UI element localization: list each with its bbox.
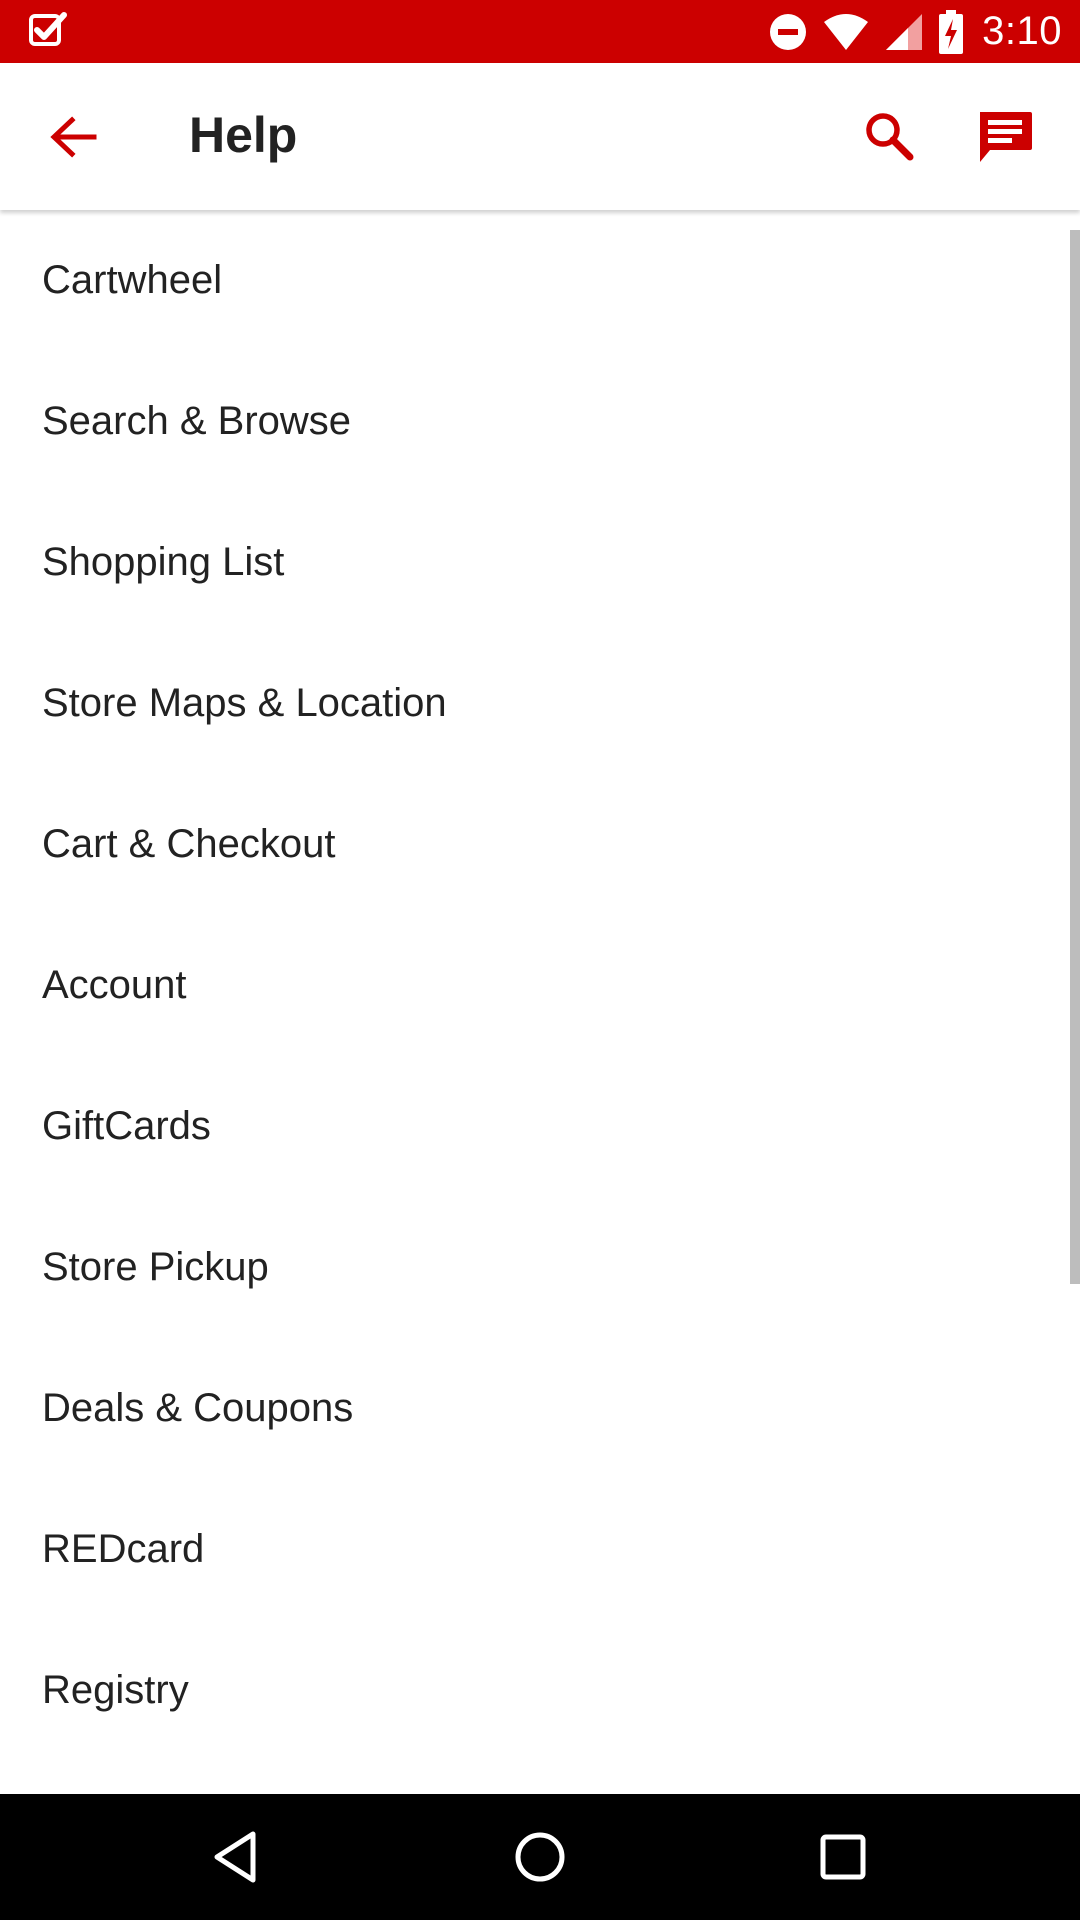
page-title: Help	[189, 107, 298, 163]
search-button[interactable]	[856, 103, 922, 169]
help-topic-item[interactable]: Registry	[0, 1620, 1080, 1761]
status-time: 3:10	[982, 9, 1062, 53]
nav-back-icon	[214, 1831, 256, 1883]
help-topic-item[interactable]: Shopping List	[0, 492, 1080, 633]
scrollbar[interactable]	[1070, 230, 1080, 1284]
nav-recents-button[interactable]	[808, 1822, 878, 1892]
nav-recents-icon	[820, 1834, 866, 1880]
nav-back-button[interactable]	[201, 1822, 271, 1892]
wifi-icon	[822, 12, 870, 52]
help-topics-container: Cartwheel Search & Browse Shopping List …	[0, 210, 1080, 1794]
chat-icon	[980, 112, 1032, 162]
help-topic-item[interactable]: Account	[0, 915, 1080, 1056]
cell-signal-icon	[884, 12, 924, 52]
help-topic-item[interactable]: Deals & Coupons	[0, 1338, 1080, 1479]
do-not-disturb-icon	[768, 12, 808, 52]
app-bar: Help	[0, 63, 1080, 210]
nav-home-icon	[515, 1832, 565, 1882]
help-topic-item[interactable]: REDcard	[0, 1479, 1080, 1620]
back-arrow-icon	[50, 116, 97, 158]
help-topic-item[interactable]: Cart & Checkout	[0, 774, 1080, 915]
help-topic-item[interactable]: Store Maps & Location	[0, 633, 1080, 774]
system-nav-bar	[0, 1794, 1080, 1920]
checkmark-notification-icon	[28, 10, 68, 50]
nav-home-button[interactable]	[505, 1822, 575, 1892]
status-bar: 3:10	[0, 0, 1080, 63]
help-topic-list: Cartwheel Search & Browse Shopping List …	[0, 210, 1080, 1761]
chat-button[interactable]	[970, 103, 1040, 173]
help-topic-item[interactable]: Cartwheel	[0, 210, 1080, 351]
status-icons: 3:10	[768, 0, 1062, 63]
search-icon	[866, 113, 914, 161]
help-topic-item[interactable]: Search & Browse	[0, 351, 1080, 492]
help-topic-item[interactable]: GiftCards	[0, 1056, 1080, 1197]
back-button[interactable]	[36, 105, 110, 169]
help-topic-item[interactable]: Store Pickup	[0, 1197, 1080, 1338]
battery-charging-icon	[938, 9, 964, 54]
